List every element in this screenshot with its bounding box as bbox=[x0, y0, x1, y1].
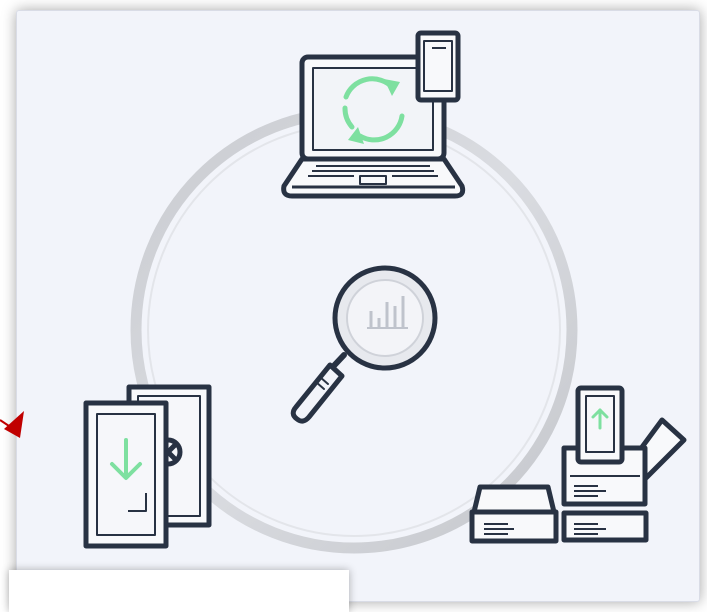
magnifier-chart-icon bbox=[290, 265, 438, 424]
cycle-illustration bbox=[0, 30, 687, 554]
documents-download-icon bbox=[83, 384, 212, 549]
laptop-phone-sync-icon bbox=[281, 30, 466, 199]
red-arrow-icon bbox=[0, 411, 24, 438]
devices-upload-icon bbox=[469, 385, 687, 544]
